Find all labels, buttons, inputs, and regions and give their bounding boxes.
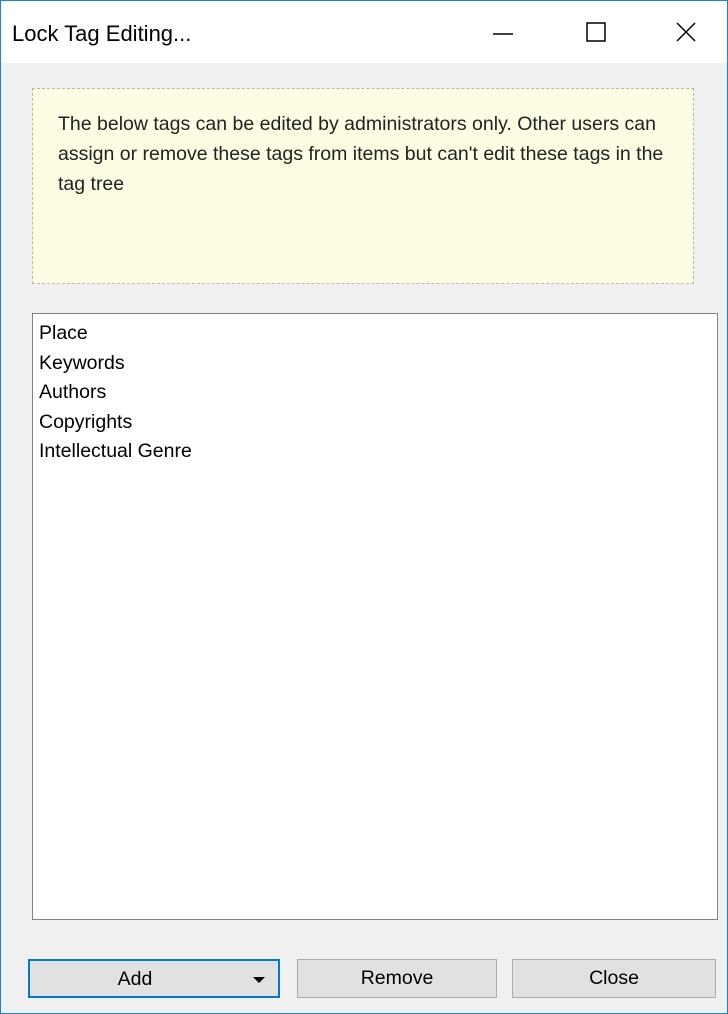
- list-item[interactable]: Authors: [39, 378, 717, 408]
- lock-tag-editing-dialog: Lock Tag Editing... The below tags can b…: [0, 0, 728, 1014]
- list-item[interactable]: Copyrights: [39, 408, 717, 438]
- info-message: The below tags can be edited by administ…: [58, 113, 664, 195]
- window-title: Lock Tag Editing...: [12, 21, 192, 46]
- close-button-label: Close: [589, 967, 639, 989]
- locked-tags-list[interactable]: Place Keywords Authors Copyrights Intell…: [32, 313, 718, 920]
- remove-button[interactable]: Remove: [297, 959, 497, 998]
- close-icon: [676, 22, 696, 42]
- add-button-label: Add: [117, 968, 153, 990]
- info-notice-box: The below tags can be edited by administ…: [32, 88, 694, 284]
- list-item[interactable]: Keywords: [39, 349, 717, 379]
- list-item[interactable]: Place: [39, 319, 717, 349]
- list-item[interactable]: Intellectual Genre: [39, 437, 717, 467]
- minimize-icon: [493, 33, 513, 35]
- maximize-button[interactable]: [551, 1, 641, 63]
- minimize-button[interactable]: [458, 1, 548, 63]
- close-button[interactable]: Close: [512, 959, 716, 998]
- add-button[interactable]: Add: [28, 959, 280, 998]
- remove-button-label: Remove: [360, 967, 434, 989]
- title-bar[interactable]: Lock Tag Editing...: [1, 1, 727, 63]
- close-window-button[interactable]: [641, 1, 728, 63]
- triangle-down-icon[interactable]: [252, 975, 266, 985]
- maximize-icon: [586, 22, 606, 42]
